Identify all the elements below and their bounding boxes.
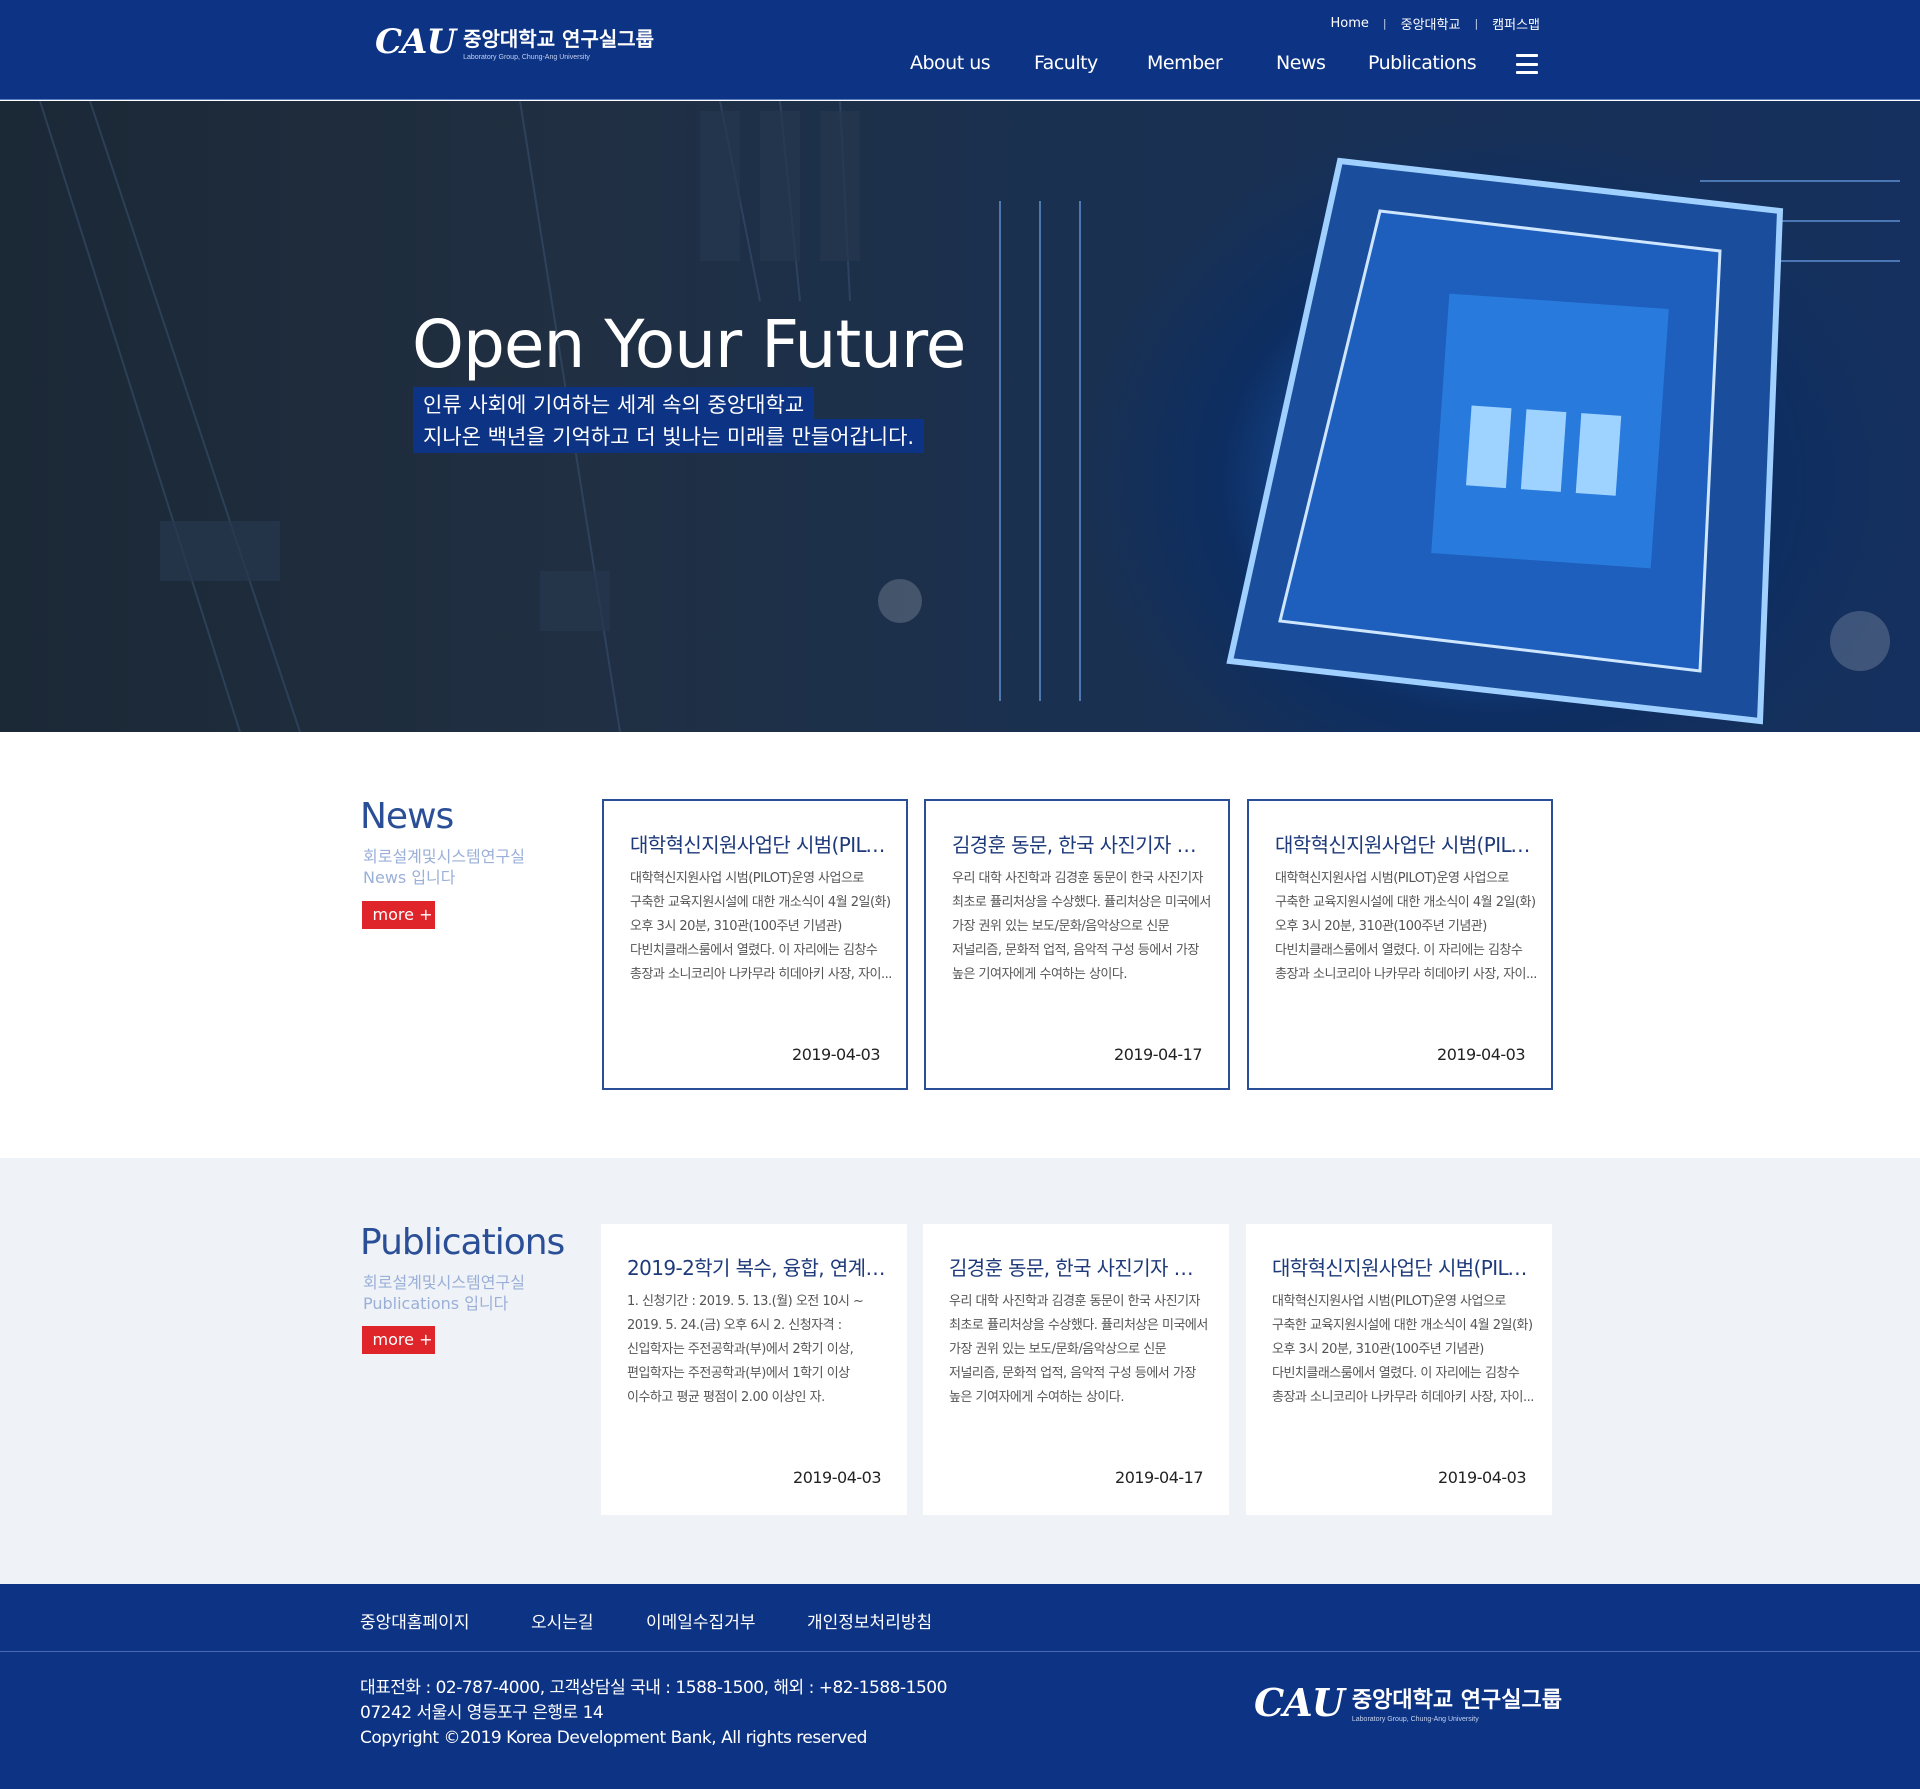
publications-more-button[interactable]: more + xyxy=(362,1326,435,1354)
publication-card-date: 2019-04-03 xyxy=(1438,1468,1526,1487)
util-link-home[interactable]: Home xyxy=(1331,16,1369,31)
site-header: CAU 중앙대학교 연구실그룹 Laboratory Group, Chung-… xyxy=(0,0,1920,100)
nav-faculty[interactable]: Faculty xyxy=(1034,52,1098,74)
publication-card[interactable]: 대학혁신지원사업단 시범(PILOT)운영 대학혁신지원사업 시범(PILOT)… xyxy=(1246,1224,1552,1515)
publication-card-body: 대학혁신지원사업 시범(PILOT)운영 사업으로 구축한 교육지원시설에 대한… xyxy=(1272,1294,1534,1405)
news-card-date: 2019-04-03 xyxy=(1437,1045,1525,1064)
nav-news[interactable]: News xyxy=(1276,52,1326,74)
footer-link-privacy-policy[interactable]: 개인정보처리방침 xyxy=(807,1608,932,1633)
hero-banner: Open Your Future 인류 사회에 기여하는 세계 속의 중앙대학교… xyxy=(0,101,1920,732)
footer-logo: CAU 중앙대학교 연구실그룹 Laboratory Group, Chung-… xyxy=(1254,1680,1562,1725)
news-more-button[interactable]: more + xyxy=(362,901,435,929)
footer-link-email-refusal[interactable]: 이메일수집거부 xyxy=(646,1608,755,1633)
publication-card[interactable]: 2019-2학기 복수, 융합, 연계전공 신청 1. 신청기간 : 2019.… xyxy=(601,1224,907,1515)
footer-info: 대표전화 : 02-787-4000, 고객상담실 국내 : 1588-1500… xyxy=(360,1676,947,1751)
news-card-body: 우리 대학 사진학과 김경훈 동문이 한국 사진기자 최초로 퓰리처상을 수상했… xyxy=(952,871,1211,982)
main-nav: About us Faculty Member News Publication… xyxy=(0,52,1920,82)
publication-card-title: 2019-2학기 복수, 융합, 연계전공 신청 xyxy=(627,1256,889,1280)
news-card-body: 대학혁신지원사업 시범(PILOT)운영 사업으로 구축한 교육지원시설에 대한… xyxy=(630,871,892,982)
news-card-title: 대학혁신지원사업단 시범(PILOT)운영 xyxy=(1275,833,1537,857)
news-card[interactable]: 대학혁신지원사업단 시범(PILOT)운영 대학혁신지원사업 시범(PILOT)… xyxy=(1247,799,1553,1090)
util-link-campus-map[interactable]: 캠퍼스맵 xyxy=(1492,14,1540,33)
footer-address: 07242 서울시 영등포구 은행로 14 xyxy=(360,1703,604,1723)
footer-logo-title: 중앙대학교 연구실그룹 xyxy=(1351,1688,1562,1713)
news-section-title: News xyxy=(360,796,454,837)
footer-logo-mark: CAU xyxy=(1254,1680,1345,1725)
utility-links: Home | 중앙대학교 | 캠퍼스맵 xyxy=(1331,14,1540,33)
news-card-title: 김경훈 동문, 한국 사진기자 최초로 퓰리처상 xyxy=(952,833,1214,857)
hero-tagline-line-1: 인류 사회에 기여하는 세계 속의 중앙대학교 xyxy=(413,387,815,421)
footer-link-cau-home[interactable]: 중앙대홈페이지 xyxy=(360,1608,469,1633)
publication-card-date: 2019-04-17 xyxy=(1115,1468,1203,1487)
nav-about-us[interactable]: About us xyxy=(910,52,991,74)
circuit-board-image xyxy=(39,101,1900,732)
news-card[interactable]: 대학혁신지원사업단 시범(PILOT)운영 대학혁신지원사업 시범(PILOT)… xyxy=(602,799,908,1090)
menu-icon[interactable] xyxy=(1516,54,1538,74)
footer-link-directions[interactable]: 오시는길 xyxy=(531,1608,594,1633)
publications-section-subtitle: 회로설계및시스템연구실 Publications 입니다 xyxy=(363,1273,525,1313)
util-separator: | xyxy=(1474,17,1479,30)
nav-publications[interactable]: Publications xyxy=(1368,52,1477,74)
util-separator: | xyxy=(1382,17,1387,30)
footer-logo-text: 중앙대학교 연구실그룹 Laboratory Group, Chung-Ang … xyxy=(1352,1682,1562,1723)
footer-logo-subtitle: Laboratory Group, Chung-Ang University xyxy=(1351,1716,1479,1723)
publication-card-title: 대학혁신지원사업단 시범(PILOT)운영 xyxy=(1272,1256,1534,1280)
news-card-title: 대학혁신지원사업단 시범(PILOT)운영 xyxy=(630,833,892,857)
publication-card-title: 김경훈 동문, 한국 사진기자 최초로 퓰리처상 xyxy=(949,1256,1211,1280)
publications-section-title: Publications xyxy=(360,1222,565,1263)
nav-member[interactable]: Member xyxy=(1147,52,1223,74)
logo-title: 중앙대학교 연구실그룹 xyxy=(463,27,655,51)
hero-tagline-line-2: 지나온 백년을 기억하고 더 빛나는 미래를 만들어갑니다. xyxy=(413,419,925,453)
news-card-date: 2019-04-03 xyxy=(792,1045,880,1064)
publication-card-body: 1. 신청기간 : 2019. 5. 13.(월) 오전 10시 ~ 2019.… xyxy=(627,1294,864,1405)
footer-copyright: Copyright ©2019 Korea Development Bank, … xyxy=(360,1728,867,1748)
footer-phone: 대표전화 : 02-787-4000, 고객상담실 국내 : 1588-1500… xyxy=(360,1678,947,1698)
publication-card-body: 우리 대학 사진학과 김경훈 동문이 한국 사진기자 최초로 퓰리처상을 수상했… xyxy=(949,1294,1208,1405)
hero-title: Open Your Future xyxy=(412,306,966,383)
news-card[interactable]: 김경훈 동문, 한국 사진기자 최초로 퓰리처상 우리 대학 사진학과 김경훈 … xyxy=(924,799,1230,1090)
footer-links: 중앙대홈페이지 오시는길 이메일수집거부 개인정보처리방침 xyxy=(0,1584,1920,1652)
news-card-date: 2019-04-17 xyxy=(1114,1045,1202,1064)
site-footer: 중앙대홈페이지 오시는길 이메일수집거부 개인정보처리방침 대표전화 : 02-… xyxy=(0,1584,1920,1789)
news-section-subtitle: 회로설계및시스템연구실 News 입니다 xyxy=(363,847,525,887)
util-link-cau[interactable]: 중앙대학교 xyxy=(1401,14,1461,33)
publication-card[interactable]: 김경훈 동문, 한국 사진기자 최초로 퓰리처상 우리 대학 사진학과 김경훈 … xyxy=(923,1224,1229,1515)
publications-section: Publications 회로설계및시스템연구실 Publications 입니… xyxy=(0,1158,1920,1584)
publication-card-date: 2019-04-03 xyxy=(793,1468,881,1487)
news-card-body: 대학혁신지원사업 시범(PILOT)운영 사업으로 구축한 교육지원시설에 대한… xyxy=(1275,871,1537,982)
